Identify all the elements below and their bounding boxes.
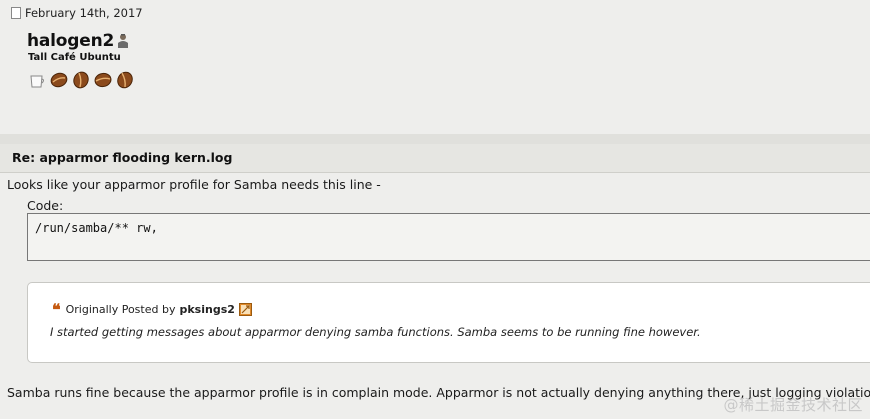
- quote-text: I started getting messages about apparmo…: [50, 325, 701, 339]
- post-title: Re: apparmor flooding kern.log: [12, 150, 233, 165]
- quote-author-link[interactable]: pksings2: [179, 303, 234, 316]
- code-block[interactable]: /run/samba/** rw,: [27, 213, 870, 261]
- code-label: Code:: [27, 198, 64, 213]
- quote-icon: ❝: [52, 299, 61, 319]
- coffee-bean-icon: [117, 71, 133, 89]
- user-title: Tall Café Ubuntu: [28, 52, 121, 63]
- message-intro: Looks like your apparmor profile for Sam…: [7, 177, 381, 192]
- post-icon: [11, 7, 21, 19]
- username-link[interactable]: halogen2: [27, 31, 114, 51]
- code-text: /run/samba/** rw,: [35, 221, 158, 235]
- view-post-icon[interactable]: [238, 303, 252, 316]
- section-divider: [0, 134, 870, 144]
- quote-block: ❝ Originally Posted by pksings2 I starte…: [27, 282, 870, 363]
- quote-prefix: Originally Posted by: [65, 303, 176, 316]
- coffee-cup-icon: [30, 75, 44, 88]
- coffee-bean-icon: [94, 72, 112, 88]
- coffee-bean-icon: [73, 71, 89, 89]
- quote-header: ❝ Originally Posted by pksings2: [52, 299, 252, 319]
- post-title-bar: Re: apparmor flooding kern.log: [0, 144, 870, 173]
- post-date: February 14th, 2017: [25, 6, 143, 20]
- post-date-row: February 14th, 2017: [11, 6, 143, 20]
- post-header: February 14th, 2017 halogen2 Tall Café U…: [0, 0, 870, 134]
- watermark: @稀土掘金技术社区: [723, 396, 863, 414]
- user-avatar-icon: [118, 34, 128, 48]
- user-rank-icons: [28, 71, 134, 89]
- coffee-bean-icon: [50, 72, 68, 88]
